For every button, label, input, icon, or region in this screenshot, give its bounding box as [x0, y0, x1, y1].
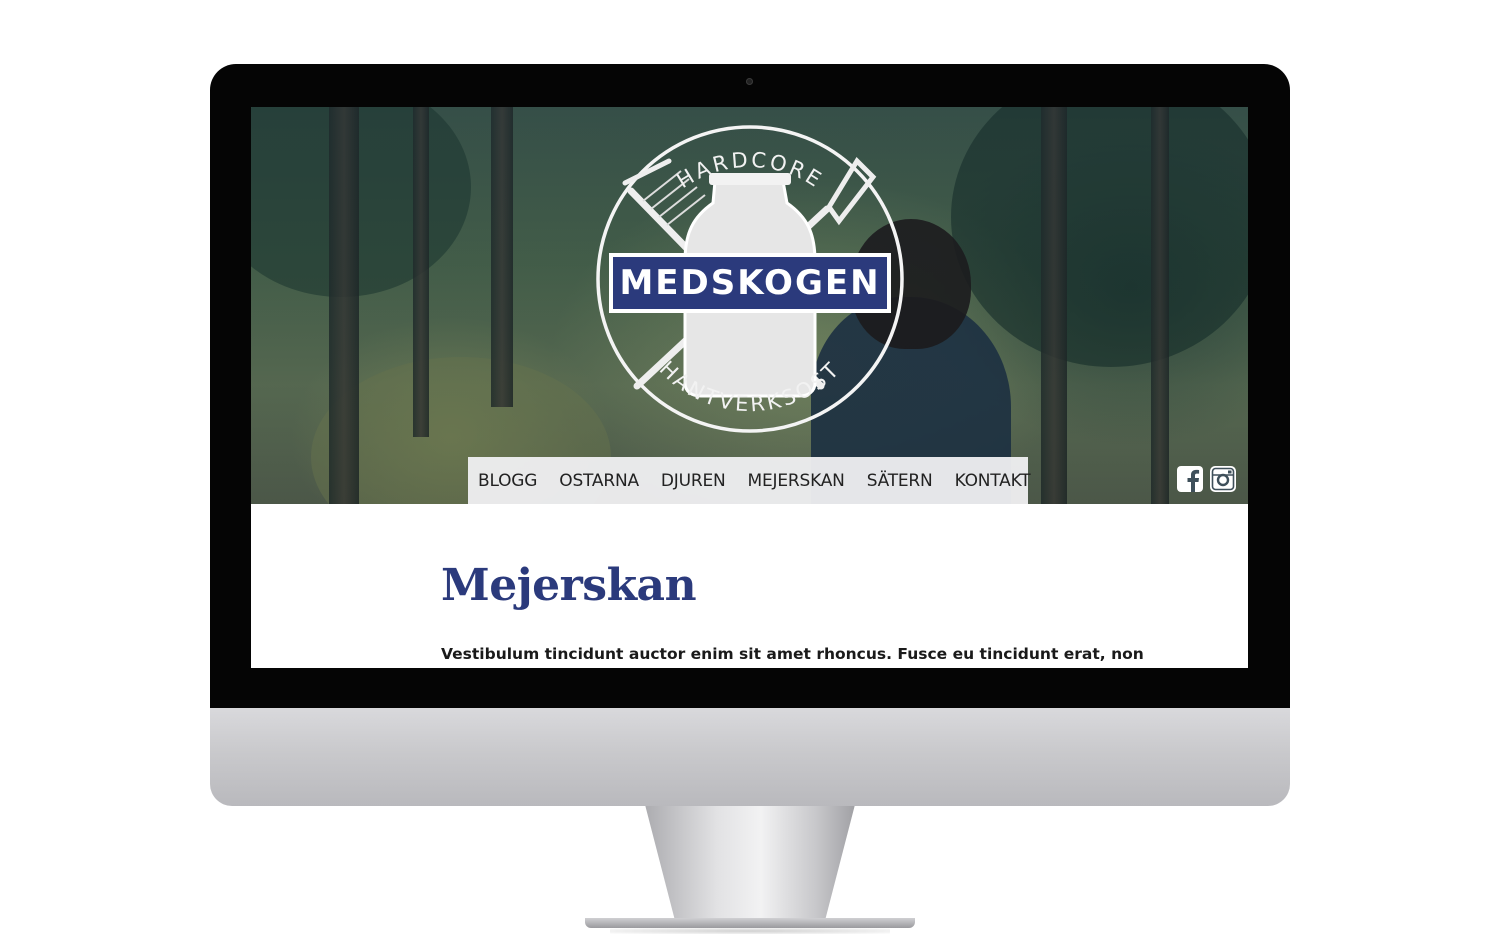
page-title: Mejerskan — [441, 560, 697, 611]
instagram-icon[interactable] — [1209, 465, 1237, 493]
svg-text:MEDSKOGEN: MEDSKOGEN — [619, 263, 880, 303]
nav-item-satern[interactable]: SÄTERN — [867, 471, 933, 491]
monitor-stand — [645, 806, 855, 924]
monitor-chin — [210, 708, 1290, 806]
nav-item-djuren[interactable]: DJUREN — [661, 471, 726, 491]
nav-item-kontakt[interactable]: KONTAKT — [955, 471, 1031, 491]
website-screen: MEDSKOGEN HARDCORE HANTVERKSOST BLOGG OS… — [251, 107, 1248, 668]
medskogen-logo[interactable]: MEDSKOGEN HARDCORE HANTVERKSOST — [591, 121, 909, 437]
nav-item-blogg[interactable]: BLOGG — [478, 471, 537, 491]
camera-icon — [746, 78, 753, 85]
body-paragraph: Vestibulum tincidunt auctor enim sit ame… — [441, 645, 1144, 663]
nav-item-mejerskan[interactable]: MEJERSKAN — [748, 471, 845, 491]
hero-forest-image: MEDSKOGEN HARDCORE HANTVERKSOST BLOGG OS… — [251, 107, 1248, 504]
monitor-stand-base — [585, 918, 915, 928]
facebook-icon[interactable] — [1176, 465, 1204, 493]
nav-item-ostarna[interactable]: OSTARNA — [559, 471, 639, 491]
main-nav: BLOGG OSTARNA DJUREN MEJERSKAN SÄTERN KO… — [468, 457, 1031, 504]
floor-shadow — [610, 928, 890, 934]
